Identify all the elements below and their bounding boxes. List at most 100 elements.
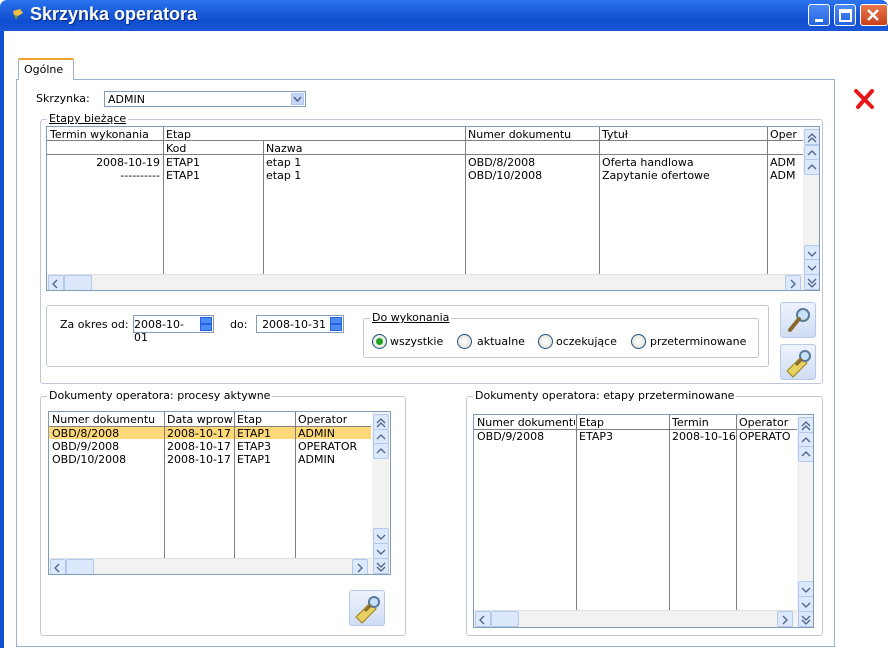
dropdown-button[interactable]: [291, 93, 304, 105]
przeterminowane-hscroll[interactable]: [474, 610, 797, 627]
cell-nazwa: etap 1: [266, 169, 302, 182]
radio-label-przeterminowane: przeterminowane: [650, 335, 747, 348]
cell-termin: 2008-10-16: [672, 430, 736, 443]
radio-wszystkie[interactable]: [372, 334, 387, 349]
scroll-top-button[interactable]: [373, 414, 389, 430]
radio-przeterminowane[interactable]: [631, 334, 646, 349]
cell-numer: OBD/9/2008: [52, 440, 120, 453]
col-header-operator[interactable]: Oper: [770, 128, 804, 141]
scroll-left-button[interactable]: [48, 275, 64, 290]
date-from-input[interactable]: 2008-10-01: [133, 315, 214, 344]
scroll-left-button[interactable]: [50, 559, 66, 574]
scroll-down-button[interactable]: [798, 581, 813, 597]
scroll-right-button[interactable]: [777, 611, 793, 627]
etapy-legend: Etapy bieżące: [47, 112, 129, 125]
scroll-page-down-button[interactable]: [804, 259, 819, 275]
col-header-operator[interactable]: Operator: [739, 416, 797, 429]
cell-operator: ADM: [770, 156, 796, 169]
date-to-spinner[interactable]: [330, 317, 342, 331]
scroll-top-button[interactable]: [798, 417, 813, 433]
scroll-up-button[interactable]: [373, 443, 389, 459]
procesy-edit-button[interactable]: [349, 590, 385, 626]
chevron-right-icon: [782, 615, 788, 625]
scroll-page-down-button[interactable]: [798, 596, 813, 612]
search-button[interactable]: [780, 302, 816, 338]
procesy-legend: Dokumenty operatora: procesy aktywne: [47, 389, 273, 402]
cell-data: 2008-10-17: [167, 427, 231, 440]
double-chevron-down-icon: [376, 562, 386, 572]
tab-label: Ogólne: [24, 63, 64, 76]
cell-operator: ADM: [770, 169, 796, 182]
chevron-left-icon: [54, 563, 60, 573]
scroll-left-button[interactable]: [475, 611, 491, 627]
scroll-page-down-button[interactable]: [373, 543, 389, 559]
edit-button[interactable]: [780, 344, 816, 380]
col-header-numer[interactable]: Numer dokumentu: [52, 413, 163, 426]
skrzynka-select[interactable]: ADMIN: [104, 91, 306, 107]
maximize-button[interactable]: [834, 4, 856, 26]
chevron-down-icon: [807, 251, 817, 257]
date-from-spinner[interactable]: [200, 317, 212, 331]
procesy-hscroll[interactable]: [49, 558, 372, 574]
col-header-kod[interactable]: Kod: [166, 142, 186, 155]
double-chevron-up-icon: [376, 418, 386, 428]
skrzynka-value: ADMIN: [108, 93, 145, 106]
col-header-numer[interactable]: Numer dokumentu: [477, 416, 575, 429]
double-chevron-down-icon: [807, 278, 817, 288]
do-wykonania-legend: Do wykonania: [370, 311, 452, 324]
minimize-button[interactable]: [808, 4, 830, 26]
col-header-nazwa[interactable]: Nazwa: [266, 142, 302, 155]
tab-ogolne[interactable]: Ogólne: [18, 58, 74, 80]
chevron-left-icon: [52, 279, 58, 289]
cell-tytul: Zapytanie ofertowe: [602, 169, 710, 182]
col-header-etap[interactable]: Etap: [166, 128, 191, 141]
cell-numer: OBD/9/2008: [477, 430, 545, 443]
cell-operator: ADMIN: [298, 453, 335, 466]
scroll-bottom-button[interactable]: [804, 274, 819, 290]
cancel-button[interactable]: [848, 82, 882, 116]
col-header-numer[interactable]: Numer dokumentu: [468, 128, 571, 141]
radio-aktualne[interactable]: [457, 334, 472, 349]
scroll-right-button[interactable]: [352, 559, 368, 574]
col-header-tytul[interactable]: Tytuł: [602, 128, 628, 141]
col-header-operator[interactable]: Operator: [298, 413, 347, 426]
cell-etap: ETAP1: [237, 453, 271, 466]
col-header-data[interactable]: Data wprow: [167, 413, 233, 426]
scroll-bottom-button[interactable]: [798, 611, 813, 627]
hscroll-thumb[interactable]: [491, 611, 519, 627]
chevron-up-icon: [801, 451, 811, 457]
radio-label-oczekujace: oczekujące: [556, 335, 617, 348]
scroll-up-button[interactable]: [798, 446, 813, 462]
hscroll-thumb[interactable]: [64, 275, 92, 290]
maximize-icon: [839, 9, 852, 22]
scroll-top-button[interactable]: [804, 129, 819, 145]
procesy-grid[interactable]: Numer dokumentu Data wprow Etap Operator…: [48, 411, 391, 575]
cell-data: 2008-10-17: [167, 440, 231, 453]
scroll-right-button[interactable]: [785, 275, 801, 290]
cell-data: 2008-10-17: [167, 453, 231, 466]
hscroll-thumb[interactable]: [66, 559, 94, 574]
przeterminowane-grid[interactable]: Numer dokumentu Etap Termin Operator OBD…: [473, 414, 814, 628]
scroll-bottom-button[interactable]: [373, 558, 389, 574]
minimize-icon: [815, 19, 823, 22]
etapy-hscroll[interactable]: [47, 274, 803, 290]
col-header-etap[interactable]: Etap: [579, 416, 604, 429]
window-frame: [0, 31, 4, 648]
radio-oczekujace[interactable]: [538, 334, 553, 349]
scroll-down-button[interactable]: [373, 528, 389, 544]
cell-kod: ETAP1: [166, 169, 200, 182]
col-header-termin[interactable]: Termin wykonania: [50, 128, 149, 141]
do-label: do:: [230, 318, 248, 331]
chevron-down-icon: [376, 549, 386, 555]
cell-numer: OBD/8/2008: [468, 156, 536, 169]
close-window-button[interactable]: [860, 4, 888, 26]
close-icon: [867, 9, 879, 21]
col-header-etap[interactable]: Etap: [237, 413, 262, 426]
col-header-termin[interactable]: Termin: [672, 416, 709, 429]
date-to-input[interactable]: 2008-10-31: [256, 315, 344, 333]
close-x-icon: [854, 89, 874, 109]
etapy-grid[interactable]: Termin wykonania Etap Kod Nazwa Numer do…: [46, 126, 820, 291]
title-bar: Skrzynka operatora: [0, 0, 888, 31]
cell-etap: ETAP3: [579, 430, 613, 443]
scroll-up-button[interactable]: [804, 159, 819, 175]
